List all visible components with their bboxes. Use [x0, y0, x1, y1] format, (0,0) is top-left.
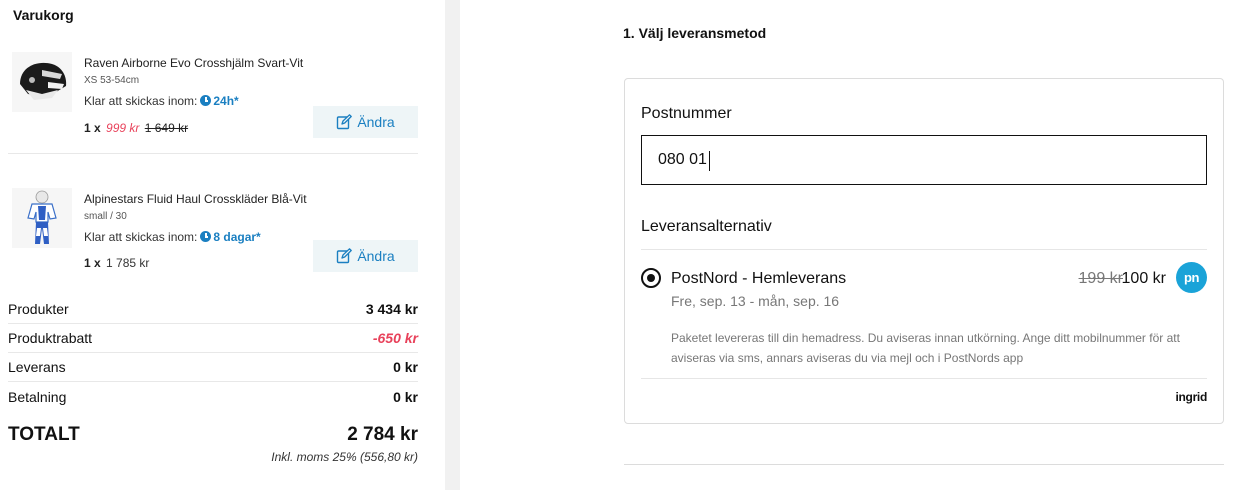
- product-variant: small / 30: [84, 211, 127, 222]
- clock-icon: [200, 95, 212, 106]
- edit-icon: [337, 114, 353, 130]
- product-image-gear[interactable]: [12, 188, 72, 248]
- radio-selected[interactable]: [641, 268, 661, 288]
- delivery-alternatives-label: Leveransalternativ: [641, 218, 772, 235]
- product-image-helmet[interactable]: [12, 52, 72, 112]
- shipping-time: 24h*: [213, 94, 239, 108]
- edit-label: Ändra: [357, 114, 395, 130]
- delivery-option-name: PostNord - Hemleverans: [671, 270, 847, 287]
- order-total: TOTALT 2 784 kr: [8, 424, 418, 446]
- cart-item: Raven Airborne Evo Crosshjälm Svart-Vit …: [8, 50, 418, 154]
- summary-label: Betalning: [8, 388, 67, 405]
- summary-row-delivery: Leverans 0 kr: [8, 353, 418, 382]
- divider: [641, 378, 1207, 379]
- product-variant: XS 53-54cm: [84, 75, 140, 86]
- step-title: 1. Välj leveransmetod: [623, 25, 767, 41]
- cart-item: Alpinestars Fluid Haul Crosskläder Blå-V…: [8, 186, 418, 276]
- quantity: 1 x: [84, 121, 101, 135]
- summary-row-products: Produkter 3 434 kr: [8, 295, 418, 324]
- delivery-old-price: 199 kr: [1078, 270, 1123, 287]
- sale-price: 999 kr: [106, 121, 140, 135]
- summary-value: 0 kr: [393, 359, 418, 375]
- shipping-info: Klar att skickas inom: 8 dagar*: [84, 230, 261, 244]
- total-value: 2 784 kr: [347, 424, 418, 445]
- price: 1 785 kr: [106, 256, 150, 270]
- divider: [624, 464, 1224, 465]
- vat-note: Inkl. moms 25% (556,80 kr): [271, 450, 418, 464]
- edit-label: Ändra: [357, 248, 395, 264]
- shipping-prefix: Klar att skickas inom:: [84, 94, 198, 108]
- clock-icon: [200, 231, 212, 242]
- delivery-option-postnord[interactable]: PostNord - Hemleverans Fre, sep. 13 - må…: [641, 262, 1207, 375]
- cart-panel: Varukorg Raven Airborne Evo Crosshjälm S…: [0, 0, 430, 490]
- summary-value: -650 kr: [372, 330, 418, 346]
- summary-label: Leverans: [8, 359, 66, 375]
- cart-title: Varukorg: [13, 7, 74, 23]
- summary-value: 0 kr: [393, 388, 418, 405]
- edit-item-button[interactable]: Ändra: [313, 240, 418, 272]
- quantity: 1 x: [84, 256, 101, 270]
- product-price: 1 x 1 785 kr: [84, 256, 149, 270]
- delivery-option-date: Fre, sep. 13 - mån, sep. 16: [671, 293, 840, 309]
- delivery-widget: Postnummer Leveransalternativ PostNord -…: [624, 78, 1224, 424]
- product-name[interactable]: Raven Airborne Evo Crosshjälm Svart-Vit: [84, 56, 303, 70]
- postal-code-input[interactable]: [641, 135, 1207, 185]
- delivery-price: 100 kr: [1121, 270, 1166, 287]
- postal-code-label: Postnummer: [641, 105, 732, 122]
- product-price: 1 x 999 kr 1 649 kr: [84, 121, 188, 135]
- edit-icon: [337, 248, 353, 264]
- delivery-option-description: Paketet levereras till din hemadress. Du…: [671, 331, 1180, 365]
- product-name[interactable]: Alpinestars Fluid Haul Crosskläder Blå-V…: [84, 192, 307, 206]
- shipping-info: Klar att skickas inom: 24h*: [84, 94, 239, 108]
- summary-row-payment: Betalning 0 kr: [8, 382, 418, 411]
- shipping-time: 8 dagar*: [213, 230, 261, 244]
- summary-label: Produktrabatt: [8, 330, 93, 346]
- edit-item-button[interactable]: Ändra: [313, 106, 418, 138]
- order-summary: Produkter 3 434 kr Produktrabatt -650 kr…: [8, 295, 418, 411]
- original-price: 1 649 kr: [144, 121, 189, 135]
- divider: [641, 249, 1207, 250]
- summary-row-discount: Produktrabatt -650 kr: [8, 324, 418, 353]
- shipping-prefix: Klar att skickas inom:: [84, 230, 198, 244]
- ingrid-logo: ingrid: [1175, 390, 1207, 404]
- panel-divider: [445, 0, 460, 490]
- postnord-logo-icon: pn: [1176, 262, 1207, 293]
- text-caret: [709, 151, 710, 171]
- summary-value: 3 434 kr: [365, 301, 418, 317]
- total-label: TOTALT: [8, 424, 80, 445]
- summary-label: Produkter: [8, 301, 69, 317]
